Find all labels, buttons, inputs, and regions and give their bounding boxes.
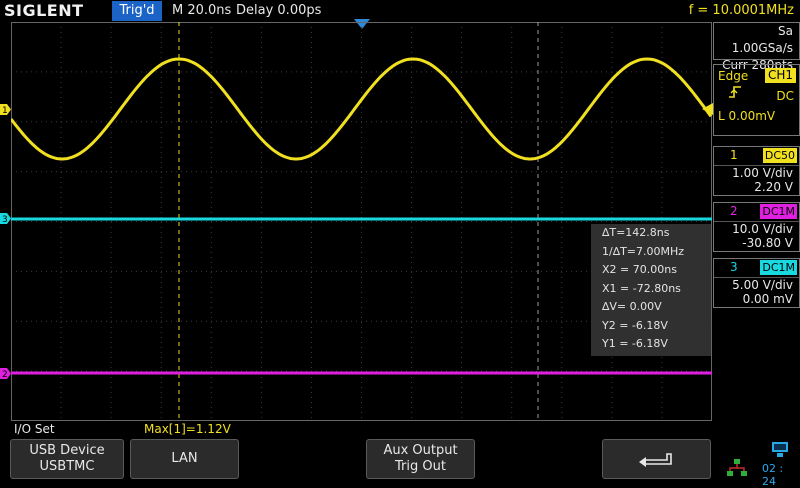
channel-3-offset: 0.00 mV bbox=[742, 292, 793, 306]
channel-1-info[interactable]: 1 DC50 1.00 V/div 2.20 V bbox=[713, 146, 800, 196]
channel-1-scale: 1.00 V/div bbox=[732, 166, 793, 180]
aux-output-softkey[interactable]: Aux Output Trig Out bbox=[366, 439, 475, 479]
ch2-ground-marker-icon[interactable]: 2 bbox=[0, 368, 11, 379]
clock: 02 : 24 bbox=[762, 462, 784, 488]
trigger-info-panel[interactable]: Edge CH1 DC L 0.00mV bbox=[713, 64, 800, 136]
usb-device-softkey[interactable]: USB Device USBTMC bbox=[10, 439, 124, 479]
cursor-delta-t: ∆T=142.8ns bbox=[602, 226, 670, 239]
cursor-y1: Y1 = -6.18V bbox=[602, 337, 668, 350]
ch3-ground-marker-icon[interactable]: 3 bbox=[0, 213, 11, 224]
usb-device-label: USB Device bbox=[29, 443, 105, 458]
trigger-source-badge: CH1 bbox=[764, 68, 796, 83]
channel-1-number: 1 bbox=[730, 148, 738, 162]
trigger-status-badge: Trig'd bbox=[112, 1, 162, 21]
empty-softkey-5[interactable] bbox=[482, 439, 596, 479]
cursor-x1: X1 = -72.80ns bbox=[602, 281, 681, 295]
waveform-display[interactable] bbox=[11, 22, 712, 421]
svg-text:2: 2 bbox=[2, 370, 8, 379]
lan-softkey[interactable]: LAN bbox=[130, 439, 239, 479]
delay-readout[interactable]: Delay 0.00ps bbox=[236, 0, 321, 22]
cursor-y2: Y2 = -6.18V bbox=[602, 318, 668, 332]
channel-2-offset: -30.80 V bbox=[742, 236, 793, 250]
menu-title: I/O Set bbox=[14, 422, 55, 436]
channel-2-number: 2 bbox=[730, 204, 738, 218]
usb-icon bbox=[772, 442, 788, 457]
svg-text:3: 3 bbox=[2, 215, 8, 224]
trigger-level-marker-icon[interactable] bbox=[702, 103, 713, 115]
ch1-waveform bbox=[11, 57, 712, 161]
channel-3-number: 3 bbox=[730, 260, 738, 274]
channel-2-info[interactable]: 2 DC1M 10.0 V/div -30.80 V bbox=[713, 202, 800, 252]
lan-label: LAN bbox=[171, 451, 198, 466]
rising-edge-icon bbox=[728, 85, 742, 103]
channel-3-info[interactable]: 3 DC1M 5.00 V/div 0.00 mV bbox=[713, 258, 800, 308]
brand-logo: SIGLENT bbox=[4, 1, 84, 20]
trigger-level: L 0.00mV bbox=[718, 109, 776, 123]
aux-output-label: Aux Output bbox=[383, 443, 458, 458]
channel-2-coupling: DC1M bbox=[760, 204, 797, 219]
return-arrow-icon bbox=[638, 453, 672, 467]
frequency-counter: f = 10.0001MHz bbox=[688, 3, 794, 18]
trigger-coupling: DC bbox=[776, 89, 794, 103]
sample-rate: Sa 1.00GSa/s bbox=[731, 24, 793, 55]
aux-output-value: Trig Out bbox=[395, 459, 446, 474]
channel-1-coupling: DC50 bbox=[762, 148, 797, 163]
channel-3-coupling: DC1M bbox=[760, 260, 797, 275]
timebase-readout[interactable]: M 20.0ns bbox=[172, 0, 231, 22]
channel-2-scale: 10.0 V/div bbox=[732, 222, 793, 236]
empty-softkey-3[interactable] bbox=[246, 439, 360, 479]
graticule bbox=[11, 22, 712, 421]
ch1-ground-marker-icon[interactable]: 1 bbox=[0, 104, 11, 115]
max-measurement: Max[1]=1.12V bbox=[144, 422, 231, 436]
channel-3-scale: 5.00 V/div bbox=[732, 278, 793, 292]
cursor-delta-v: ∆V= 0.00V bbox=[602, 300, 662, 313]
acquisition-info[interactable]: Sa 1.00GSa/s Curr 280pts bbox=[713, 22, 800, 72]
lan-network-icon bbox=[727, 459, 747, 476]
cursor-x2: X2 = 70.00ns bbox=[602, 263, 677, 276]
back-softkey[interactable] bbox=[602, 439, 711, 479]
usb-device-value: USBTMC bbox=[39, 459, 95, 474]
cursor-inverse-delta-t: 1/∆T=7.00MHz bbox=[602, 244, 685, 258]
channel-1-offset: 2.20 V bbox=[754, 180, 793, 194]
svg-text:1: 1 bbox=[2, 106, 8, 115]
waveform-canvas bbox=[11, 22, 712, 421]
top-status-bar: SIGLENT Trig'd M 20.0ns Delay 0.00ps f =… bbox=[0, 0, 800, 22]
trigger-type: Edge bbox=[718, 69, 749, 83]
cursor-measurement-panel: ∆T=142.8ns 1/∆T=7.00MHz X2 = 70.00ns X1 … bbox=[591, 224, 711, 356]
